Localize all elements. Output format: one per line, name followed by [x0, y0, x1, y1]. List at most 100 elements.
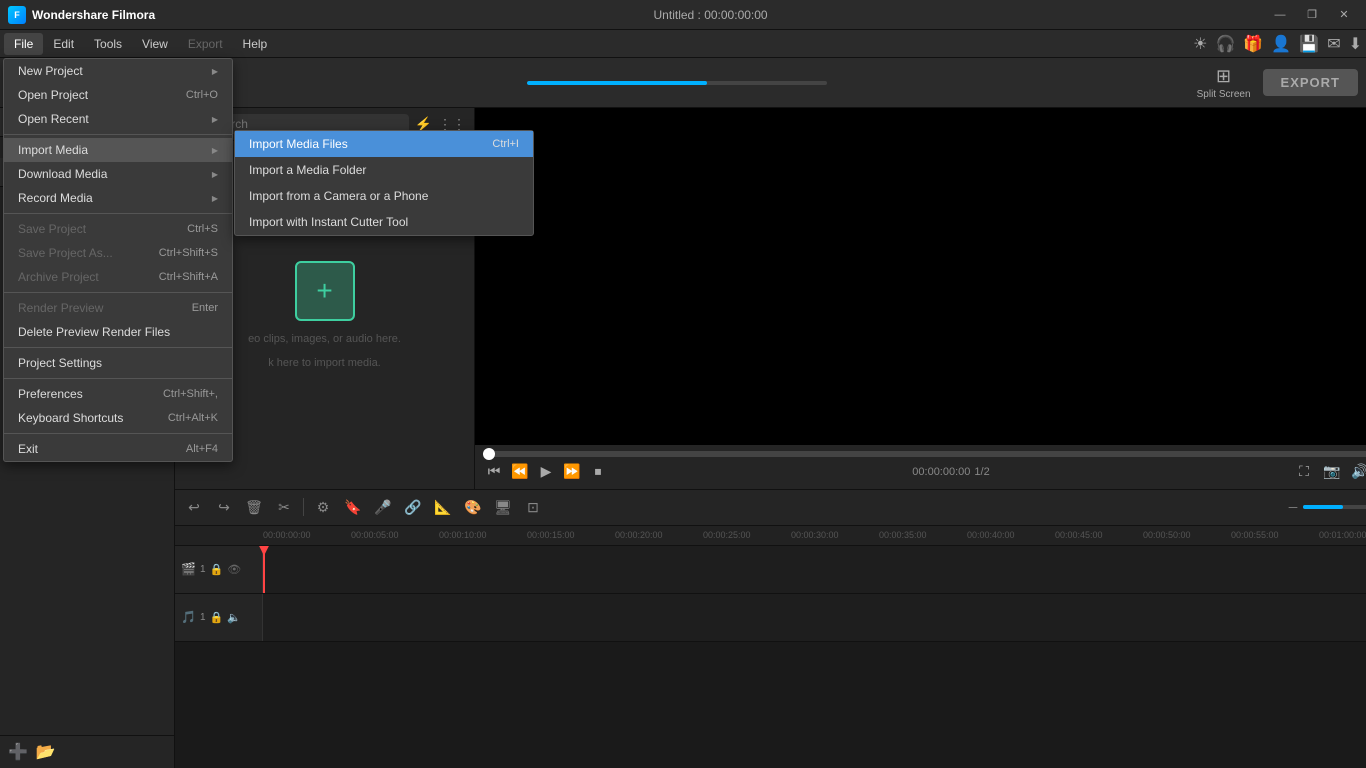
minimize-button[interactable]: — [1266, 6, 1294, 24]
record-media-label: Record Media [18, 191, 93, 205]
submenu-import-files[interactable]: Import Media Files Ctrl+I [235, 131, 533, 157]
timeline-toolbar: ↩ ↪ 🗑 ✂ ⚙ 🔖 🎤 🔗 📐 🎨 🖥 ⊡ － ＋ [175, 490, 1366, 526]
file-menu-sep2 [4, 213, 232, 214]
open-project-shortcut: Ctrl+O [186, 89, 218, 101]
export-button[interactable]: EXPORT [1263, 69, 1358, 96]
menu-help[interactable]: Help [233, 33, 278, 55]
ruler-tick: 00:00:10:00 [439, 530, 527, 540]
save-as-label: Save Project As... [18, 246, 113, 260]
menu-tools[interactable]: Tools [84, 33, 132, 55]
ruler-tick: 00:00:45:00 [1055, 530, 1143, 540]
timeline-snap-button[interactable]: 🔗 [402, 496, 424, 518]
preferences-label: Preferences [18, 387, 83, 401]
timeline-stabilize-button[interactable]: 📐 [432, 496, 454, 518]
timeline-color-button[interactable]: 🎨 [462, 496, 484, 518]
mail-icon[interactable]: ✉ [1327, 34, 1340, 54]
exit-label: Exit [18, 442, 38, 456]
archive-label: Archive Project [18, 270, 99, 284]
player-bottom-row: ⏮ ⏪ ▶ ⏩ ⏹ 00:00:00:00 1/2 ⛶ 📷 🔊 [483, 461, 1366, 483]
timeline-zoom-fill [1303, 505, 1343, 509]
import-media-label: Import Media [18, 143, 88, 157]
player-stop-button[interactable]: ⏹ [587, 461, 609, 483]
file-menu-new-project[interactable]: New Project [4, 59, 232, 83]
file-menu-preferences[interactable]: Preferences Ctrl+Shift+, [4, 382, 232, 406]
menu-view[interactable]: View [132, 33, 178, 55]
player-prev-button[interactable]: ⏮ [483, 461, 505, 483]
split-screen-icon: ⊞ [1216, 66, 1231, 87]
menu-edit[interactable]: Edit [43, 33, 84, 55]
file-menu-open-project[interactable]: Open Project Ctrl+O [4, 83, 232, 107]
add-folder-button[interactable]: 📂 [36, 742, 56, 762]
audio-track-lock[interactable]: 🔒 [210, 611, 224, 624]
close-button[interactable]: ✕ [1330, 6, 1358, 24]
profile-icon[interactable]: 👤 [1271, 34, 1291, 54]
file-menu-render-preview[interactable]: Render Preview Enter [4, 296, 232, 320]
app-logo: F Wondershare Filmora [8, 6, 155, 24]
timeline-pip-button[interactable]: ⊡ [522, 496, 544, 518]
timeline-settings-button[interactable]: ⚙ [312, 496, 334, 518]
import-media-button[interactable]: + [295, 261, 355, 321]
menu-file[interactable]: File [4, 33, 43, 55]
download-icon[interactable]: ⬇ [1349, 34, 1362, 54]
render-preview-shortcut: Enter [192, 302, 218, 314]
timeline-screen-button[interactable]: 🖥 [492, 496, 514, 518]
file-menu-keyboard-shortcuts[interactable]: Keyboard Shortcuts Ctrl+Alt+K [4, 406, 232, 430]
timeline-mic-button[interactable]: 🎤 [372, 496, 394, 518]
menu-bar: File Edit Tools View Export Help ☀ 🎧 🎁 👤… [0, 30, 1366, 58]
file-menu-download-media[interactable]: Download Media [4, 162, 232, 186]
timeline-undo-button[interactable]: ↩ [183, 496, 205, 518]
video-track-eye[interactable]: 👁 [227, 563, 241, 576]
submenu-import-folder[interactable]: Import a Media Folder [235, 157, 533, 183]
gift-icon[interactable]: 🎁 [1243, 34, 1263, 54]
submenu-import-instant[interactable]: Import with Instant Cutter Tool [235, 209, 533, 235]
toolbar-center [170, 81, 1185, 85]
split-screen-button[interactable]: ⊞ Split Screen [1189, 62, 1259, 104]
file-menu-archive[interactable]: Archive Project Ctrl+Shift+A [4, 265, 232, 289]
audio-track-icon: 🎵 [181, 610, 196, 624]
search-input[interactable] [210, 117, 401, 131]
save-icon[interactable]: 💾 [1299, 34, 1319, 54]
headphone-icon[interactable]: 🎧 [1216, 34, 1236, 54]
notification-icon[interactable]: ☀ [1193, 34, 1207, 54]
file-menu-project-settings[interactable]: Project Settings [4, 351, 232, 375]
timeline-marker-button[interactable]: 🔖 [342, 496, 364, 518]
audio-track-speaker[interactable]: 🔈 [227, 611, 241, 624]
import-files-label: Import Media Files [249, 137, 348, 151]
video-track-lock[interactable]: 🔒 [210, 563, 224, 576]
player-snapshot-button[interactable]: 📷 [1321, 461, 1343, 483]
file-menu-save-as[interactable]: Save Project As... Ctrl+Shift+S [4, 241, 232, 265]
timeline-cut-button[interactable]: ✂ [273, 496, 295, 518]
player-step-back-button[interactable]: ⏪ [509, 461, 531, 483]
player-fullscreen-button[interactable]: ⛶ [1293, 461, 1315, 483]
timeline-zoom-out[interactable]: － [1287, 499, 1299, 516]
file-menu: New Project Open Project Ctrl+O Open Rec… [3, 58, 233, 462]
file-menu-save-project[interactable]: Save Project Ctrl+S [4, 217, 232, 241]
player-step-forward-button[interactable]: ⏩ [561, 461, 583, 483]
file-menu-record-media[interactable]: Record Media [4, 186, 232, 210]
file-menu-sep5 [4, 378, 232, 379]
save-project-shortcut: Ctrl+S [187, 223, 218, 235]
add-media-button[interactable]: ➕ [8, 742, 28, 762]
file-menu-exit[interactable]: Exit Alt+F4 [4, 437, 232, 461]
progress-bar[interactable] [483, 451, 1366, 457]
maximize-button[interactable]: ❐ [1298, 6, 1326, 24]
submenu-import-camera[interactable]: Import from a Camera or a Phone [235, 183, 533, 209]
progress-handle[interactable] [483, 448, 495, 460]
player-volume-button[interactable]: 🔊 [1349, 461, 1366, 483]
file-menu-sep3 [4, 292, 232, 293]
video-track-label: 1 [200, 564, 206, 575]
file-menu-open-recent[interactable]: Open Recent [4, 107, 232, 131]
file-menu-import-media[interactable]: Import Media [4, 138, 232, 162]
audio-track-content [263, 594, 1366, 641]
ruler-tick: 00:00:50:00 [1143, 530, 1231, 540]
timeline: ↩ ↪ 🗑 ✂ ⚙ 🔖 🎤 🔗 📐 🎨 🖥 ⊡ － ＋ [175, 489, 1366, 768]
project-settings-label: Project Settings [18, 356, 102, 370]
import-instant-label: Import with Instant Cutter Tool [249, 215, 408, 229]
import-hint-2: k here to import media. [268, 357, 381, 369]
timeline-delete-button[interactable]: 🗑 [243, 496, 265, 518]
menu-export[interactable]: Export [178, 33, 233, 55]
timeline-redo-button[interactable]: ↪ [213, 496, 235, 518]
player-play-button[interactable]: ▶ [535, 461, 557, 483]
ruler-tick: 00:00:20:00 [615, 530, 703, 540]
file-menu-delete-preview[interactable]: Delete Preview Render Files [4, 320, 232, 344]
